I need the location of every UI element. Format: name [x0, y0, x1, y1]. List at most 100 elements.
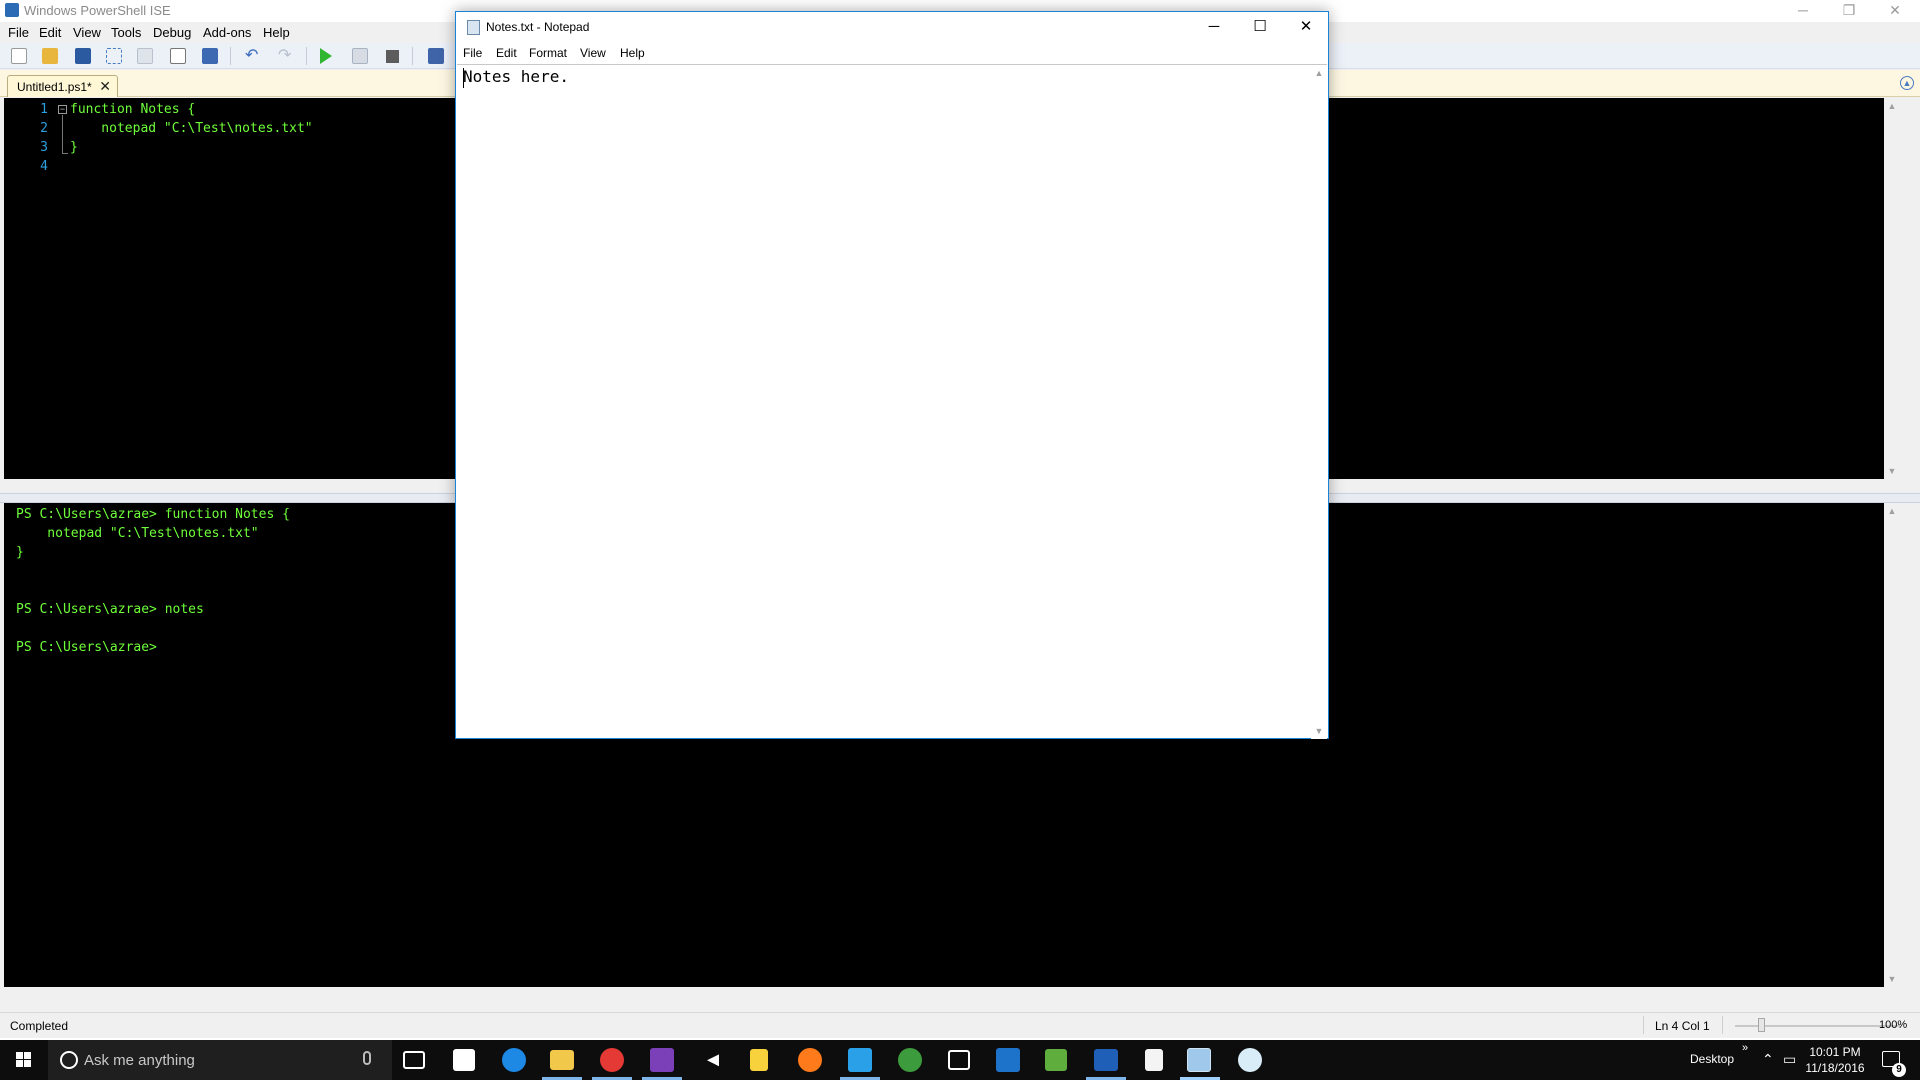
windows-logo-icon — [16, 1052, 23, 1059]
console-line: PS C:\Users\azrae> notes — [16, 602, 204, 617]
notepad-active-icon[interactable] — [1187, 1048, 1211, 1072]
scroll-up-icon[interactable]: ▲ — [1311, 65, 1327, 81]
windows-logo-icon — [24, 1060, 31, 1067]
console-output: PS C:\Users\azrae> function Notes { note… — [16, 507, 290, 659]
ise-close-button[interactable]: ✕ — [1872, 0, 1918, 22]
sticky-folder-icon[interactable] — [750, 1049, 768, 1071]
notepad-titlebar[interactable]: Notes.txt - Notepad ─ ☐ ✕ — [456, 12, 1328, 42]
cortana-search-box[interactable]: Ask me anything — [48, 1040, 392, 1080]
clear-console-icon[interactable] — [202, 48, 218, 64]
collapse-script-pane-icon[interactable]: ▲ — [1900, 76, 1914, 90]
console-prompt[interactable]: PS C:\Users\azrae> — [16, 640, 290, 659]
clock-time[interactable]: 10:01 PM — [1800, 1045, 1870, 1060]
console-line: notepad "C:\Test\notes.txt" — [16, 526, 259, 541]
new-file-icon[interactable] — [11, 48, 27, 64]
chrome-icon[interactable] — [600, 1048, 624, 1072]
console-horizontal-scrollbar[interactable] — [4, 988, 1900, 1002]
search-placeholder: Ask me anything — [84, 1052, 195, 1069]
taskbar: Ask me anything ◄ Desktop » ⌃ ▭ 10:01 PM… — [0, 1040, 1920, 1080]
excel-like-icon[interactable] — [1045, 1049, 1067, 1071]
firefox-icon[interactable] — [798, 1048, 822, 1072]
ise-menu-edit[interactable]: Edit — [39, 25, 61, 40]
code-line: notepad "C:\Test\notes.txt" — [70, 121, 313, 136]
xbox-icon[interactable] — [898, 1048, 922, 1072]
ise-menu-addons[interactable]: Add-ons — [203, 25, 251, 40]
ise-menu-file[interactable]: File — [8, 25, 29, 40]
notepad-menu-format[interactable]: Format — [529, 46, 567, 60]
ise-window-title: Windows PowerShell ISE — [24, 3, 171, 18]
clock-date[interactable]: 11/18/2016 — [1800, 1061, 1870, 1075]
line-number-gutter: 1 2 3 4 — [4, 102, 50, 178]
vscode-icon[interactable] — [996, 1048, 1020, 1072]
toolbar-separator — [412, 47, 413, 65]
collapse-region-icon[interactable]: − — [58, 105, 67, 114]
notepad-icon[interactable] — [1145, 1049, 1163, 1071]
scroll-down-icon[interactable]: ▼ — [1884, 971, 1900, 987]
powershell-ise-app-icon — [5, 3, 19, 17]
ise-menu-view[interactable]: View — [73, 25, 101, 40]
desktop-toolbar-label[interactable]: Desktop — [1690, 1052, 1734, 1066]
remote-powershell-icon[interactable] — [428, 48, 444, 64]
paste-icon[interactable] — [170, 48, 186, 64]
script-vertical-scrollbar[interactable]: ▲ ▼ — [1884, 98, 1900, 479]
show-hidden-icons-icon[interactable]: ⌃ — [1762, 1051, 1774, 1068]
ise-menu-debug[interactable]: Debug — [153, 25, 191, 40]
ise-menu-tools[interactable]: Tools — [111, 25, 141, 40]
file-explorer-icon[interactable] — [550, 1050, 574, 1070]
task-view-icon[interactable] — [403, 1051, 425, 1069]
scroll-up-icon[interactable]: ▲ — [1884, 98, 1900, 114]
microphone-icon[interactable] — [363, 1051, 371, 1065]
start-button[interactable] — [0, 1040, 48, 1080]
notepad-text-area[interactable]: Notes here. ▲ ▼ — [457, 64, 1327, 739]
notepad-vertical-scrollbar[interactable]: ▲ ▼ — [1311, 65, 1327, 739]
scroll-down-icon[interactable]: ▼ — [1311, 723, 1327, 739]
ise-restore-button[interactable]: ❐ — [1826, 0, 1872, 22]
store-icon[interactable] — [453, 1049, 475, 1071]
cut-icon[interactable] — [106, 48, 122, 64]
visual-studio-icon[interactable] — [650, 1048, 674, 1072]
scroll-down-icon[interactable]: ▼ — [1884, 463, 1900, 479]
powershell-icon[interactable] — [1094, 1049, 1118, 1071]
toolbar-expand-icon[interactable]: » — [1742, 1042, 1748, 1054]
console-line: PS C:\Users\azrae> function Notes { — [16, 507, 290, 522]
ise-menu-help[interactable]: Help — [263, 25, 290, 40]
scroll-up-icon[interactable]: ▲ — [1884, 503, 1900, 519]
ise-minimize-button[interactable]: ─ — [1780, 0, 1826, 22]
line-number: 3 — [40, 140, 48, 155]
e-app-icon[interactable] — [948, 1050, 970, 1070]
script-editor[interactable]: function Notes { notepad "C:\Test\notes.… — [70, 102, 313, 178]
script-tab-label: Untitled1.ps1* — [17, 80, 92, 94]
unity-icon[interactable]: ◄ — [700, 1047, 726, 1073]
notepad-app-icon — [467, 20, 480, 35]
zoom-slider-thumb[interactable] — [1758, 1018, 1765, 1032]
run-script-icon[interactable] — [320, 48, 332, 64]
line-number: 1 — [40, 102, 48, 117]
notepad-menu-edit[interactable]: Edit — [496, 46, 517, 60]
run-selection-icon[interactable] — [352, 48, 368, 64]
notepad-menu-file[interactable]: File — [463, 46, 482, 60]
notepad-window-title: Notes.txt - Notepad — [486, 20, 590, 34]
redo-icon[interactable]: ↷ — [278, 48, 294, 64]
save-icon[interactable] — [75, 48, 91, 64]
stop-icon[interactable] — [386, 50, 399, 63]
notepad-maximize-button[interactable]: ☐ — [1237, 12, 1283, 42]
paint-icon[interactable] — [1238, 1048, 1262, 1072]
network-icon[interactable]: ▭ — [1783, 1051, 1796, 1068]
notepad-menu-view[interactable]: View — [580, 46, 606, 60]
powershell-ise-icon[interactable] — [848, 1048, 872, 1072]
cursor-position: Ln 4 Col 1 — [1655, 1019, 1710, 1033]
notepad-minimize-button[interactable]: ─ — [1191, 12, 1237, 42]
script-tab[interactable]: Untitled1.ps1* ✕ — [7, 75, 118, 97]
close-tab-icon[interactable]: ✕ — [99, 78, 111, 95]
open-folder-icon[interactable] — [42, 48, 58, 64]
edge-icon[interactable] — [502, 1048, 526, 1072]
notepad-close-button[interactable]: ✕ — [1283, 12, 1329, 42]
console-vertical-scrollbar[interactable]: ▲ ▼ — [1884, 503, 1900, 987]
fold-guide-end — [62, 153, 68, 154]
notepad-menu-help[interactable]: Help — [620, 46, 645, 60]
copy-icon[interactable] — [137, 48, 153, 64]
undo-icon[interactable]: ↶ — [245, 48, 261, 64]
